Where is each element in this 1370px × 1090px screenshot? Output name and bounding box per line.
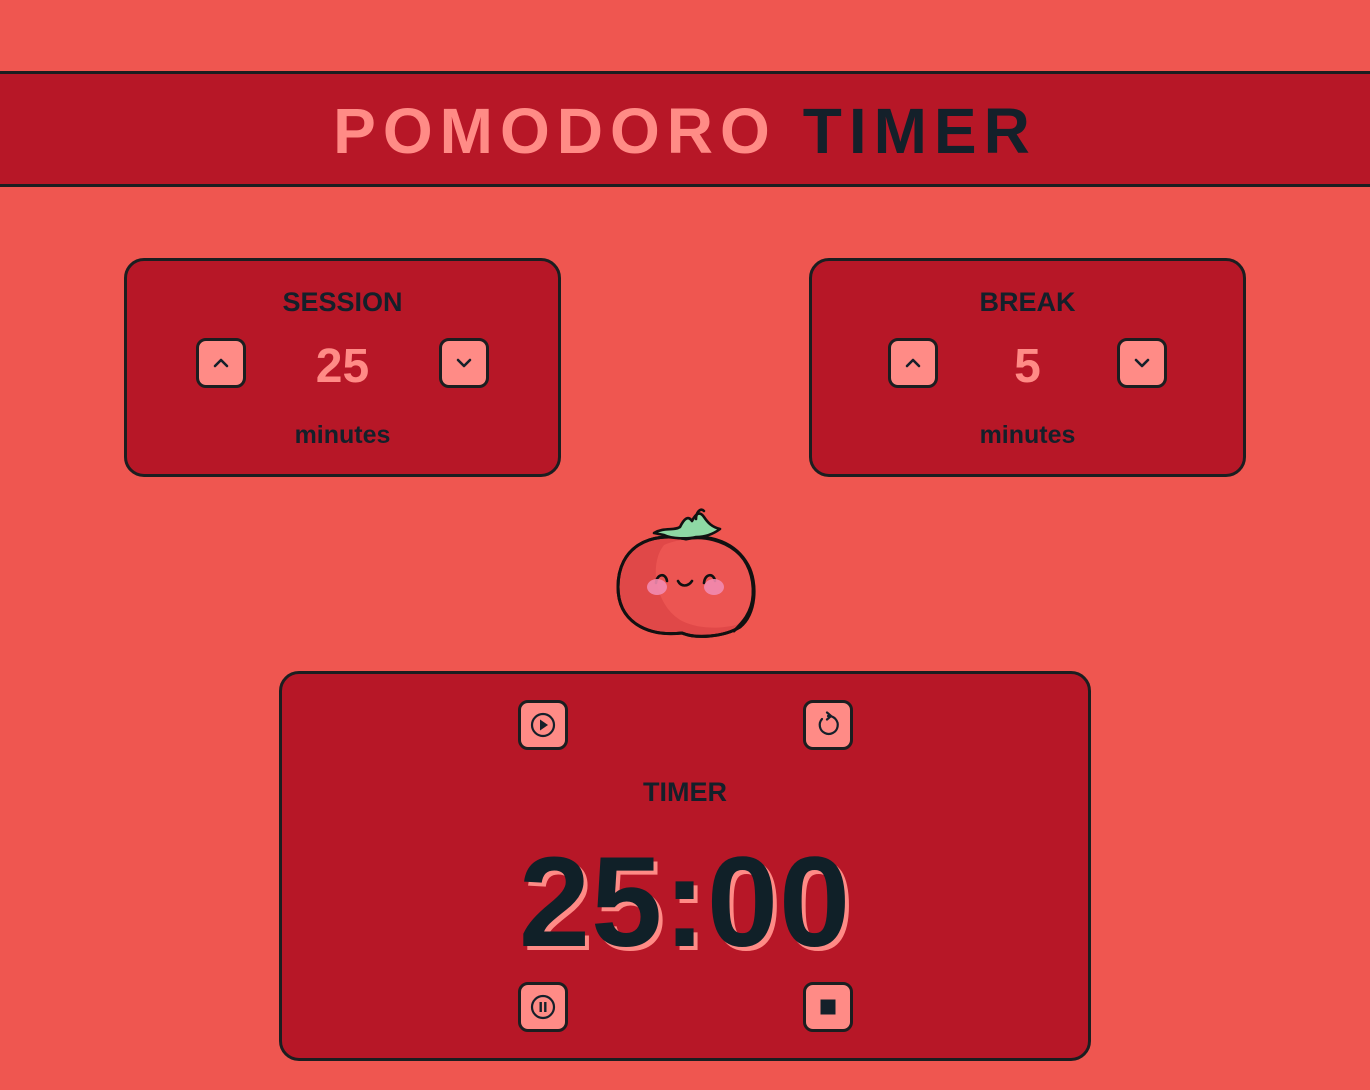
stop-square-icon [820,999,836,1015]
break-label: BREAK [979,287,1076,317]
break-decrease-button[interactable] [1117,338,1167,388]
title-word-timer: TIMER [802,95,1037,167]
title-word-pomodoro: POMODORO [333,95,777,167]
break-length-value: 5 [1014,340,1041,393]
session-length-panel: SESSION 25 minutes [124,258,561,477]
session-length-value: 25 [315,340,370,393]
restart-button[interactable] [803,700,853,750]
time-remaining-display: 25:00 [518,831,852,974]
session-label: SESSION [282,287,403,317]
chevron-down-icon [1134,358,1150,368]
app-header: POMODORO TIMER [0,71,1370,187]
restart-icon [818,711,839,736]
tomato-mascot-icon [616,508,756,638]
chevron-down-icon [456,358,472,368]
break-unit-label: minutes [979,421,1076,449]
stop-button[interactable] [803,982,853,1032]
break-length-panel: BREAK 5 minutes [809,258,1246,477]
play-circle-icon [530,712,556,738]
timer-panel: TIMER 25:00 [279,671,1091,1061]
app-title: POMODORO TIMER [333,99,1037,163]
pause-circle-icon [530,994,556,1020]
pause-button[interactable] [518,982,568,1032]
timer-label: TIMER [643,777,727,807]
session-decrease-button[interactable] [439,338,489,388]
play-button[interactable] [518,700,568,750]
session-unit-label: minutes [294,421,391,449]
